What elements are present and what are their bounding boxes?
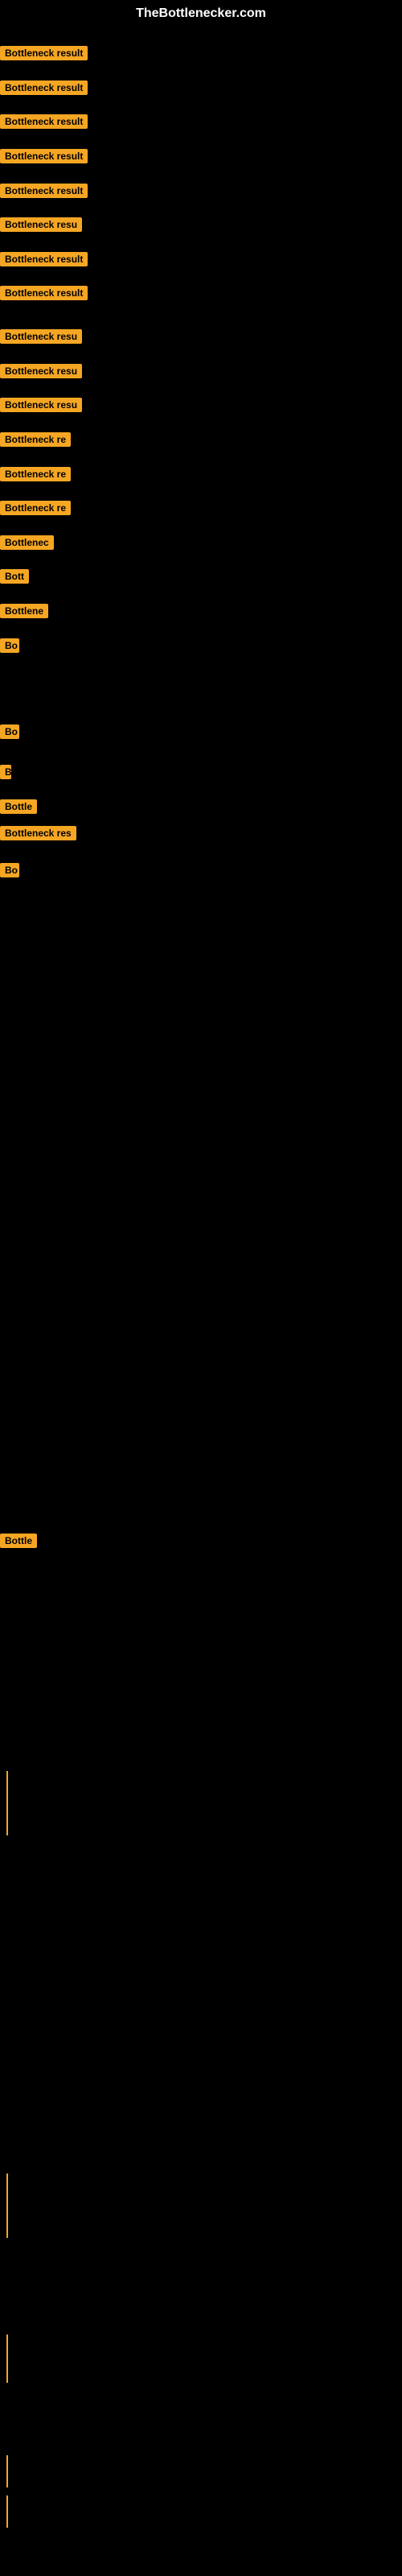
bottleneck-badge-1: Bottleneck result <box>0 80 88 95</box>
badge-row-11: Bottleneck re <box>0 432 71 451</box>
badge-row-0: Bottleneck result <box>0 46 88 64</box>
bottleneck-badge-14: Bottlenec <box>0 535 54 550</box>
badge-row-3: Bottleneck result <box>0 149 88 167</box>
badge-row-15: Bott <box>0 569 29 588</box>
bottleneck-badge-17: Bo <box>0 638 19 653</box>
bottleneck-badge-24: Bottle <box>0 1534 37 1548</box>
vertical-line-3 <box>6 2455 8 2487</box>
bottleneck-badge-6: Bottleneck result <box>0 252 88 266</box>
site-title: TheBottlenecker.com <box>0 0 402 24</box>
vertical-line-1 <box>6 2174 8 2238</box>
bottleneck-badge-10: Bottleneck resu <box>0 398 82 412</box>
bottleneck-badge-16: Bottlene <box>0 604 48 618</box>
badge-row-8: Bottleneck resu <box>0 329 82 348</box>
badge-row-1: Bottleneck result <box>0 80 88 99</box>
bottleneck-badge-22: Bottleneck res <box>0 826 76 840</box>
bottleneck-badge-5: Bottleneck resu <box>0 217 82 232</box>
badge-row-16: Bottlene <box>0 604 48 622</box>
badge-row-2: Bottleneck result <box>0 114 88 133</box>
badge-row-20: B <box>0 765 11 783</box>
vertical-line-2 <box>6 2334 8 2383</box>
badge-row-12: Bottleneck re <box>0 467 71 485</box>
badge-row-14: Bottlenec <box>0 535 54 554</box>
bottleneck-badge-15: Bott <box>0 569 29 584</box>
vertical-line-4 <box>6 2496 8 2528</box>
bottleneck-badge-13: Bottleneck re <box>0 501 71 515</box>
vertical-line-0 <box>6 1771 8 1835</box>
bottleneck-badge-12: Bottleneck re <box>0 467 71 481</box>
bottleneck-badge-0: Bottleneck result <box>0 46 88 60</box>
badge-row-9: Bottleneck resu <box>0 364 82 382</box>
badge-row-6: Bottleneck result <box>0 252 88 270</box>
bottleneck-badge-8: Bottleneck resu <box>0 329 82 344</box>
badge-row-5: Bottleneck resu <box>0 217 82 236</box>
bottleneck-badge-23: Bo <box>0 863 19 877</box>
badge-row-19: Bo <box>0 724 19 743</box>
bottleneck-badge-3: Bottleneck result <box>0 149 88 163</box>
badge-row-22: Bottleneck res <box>0 826 76 844</box>
bottleneck-badge-2: Bottleneck result <box>0 114 88 129</box>
bottleneck-badge-9: Bottleneck resu <box>0 364 82 378</box>
badge-row-21: Bottle <box>0 799 37 818</box>
badge-row-4: Bottleneck result <box>0 184 88 202</box>
bottleneck-badge-11: Bottleneck re <box>0 432 71 447</box>
bottleneck-badge-20: B <box>0 765 11 779</box>
badge-row-13: Bottleneck re <box>0 501 71 519</box>
bottleneck-badge-4: Bottleneck result <box>0 184 88 198</box>
bottleneck-badge-21: Bottle <box>0 799 37 814</box>
badge-row-24: Bottle <box>0 1534 37 1552</box>
bottleneck-badge-19: Bo <box>0 724 19 739</box>
badge-row-23: Bo <box>0 863 19 881</box>
badge-row-7: Bottleneck result <box>0 286 88 304</box>
badge-row-17: Bo <box>0 638 19 657</box>
badge-row-10: Bottleneck resu <box>0 398 82 416</box>
bottleneck-badge-7: Bottleneck result <box>0 286 88 300</box>
